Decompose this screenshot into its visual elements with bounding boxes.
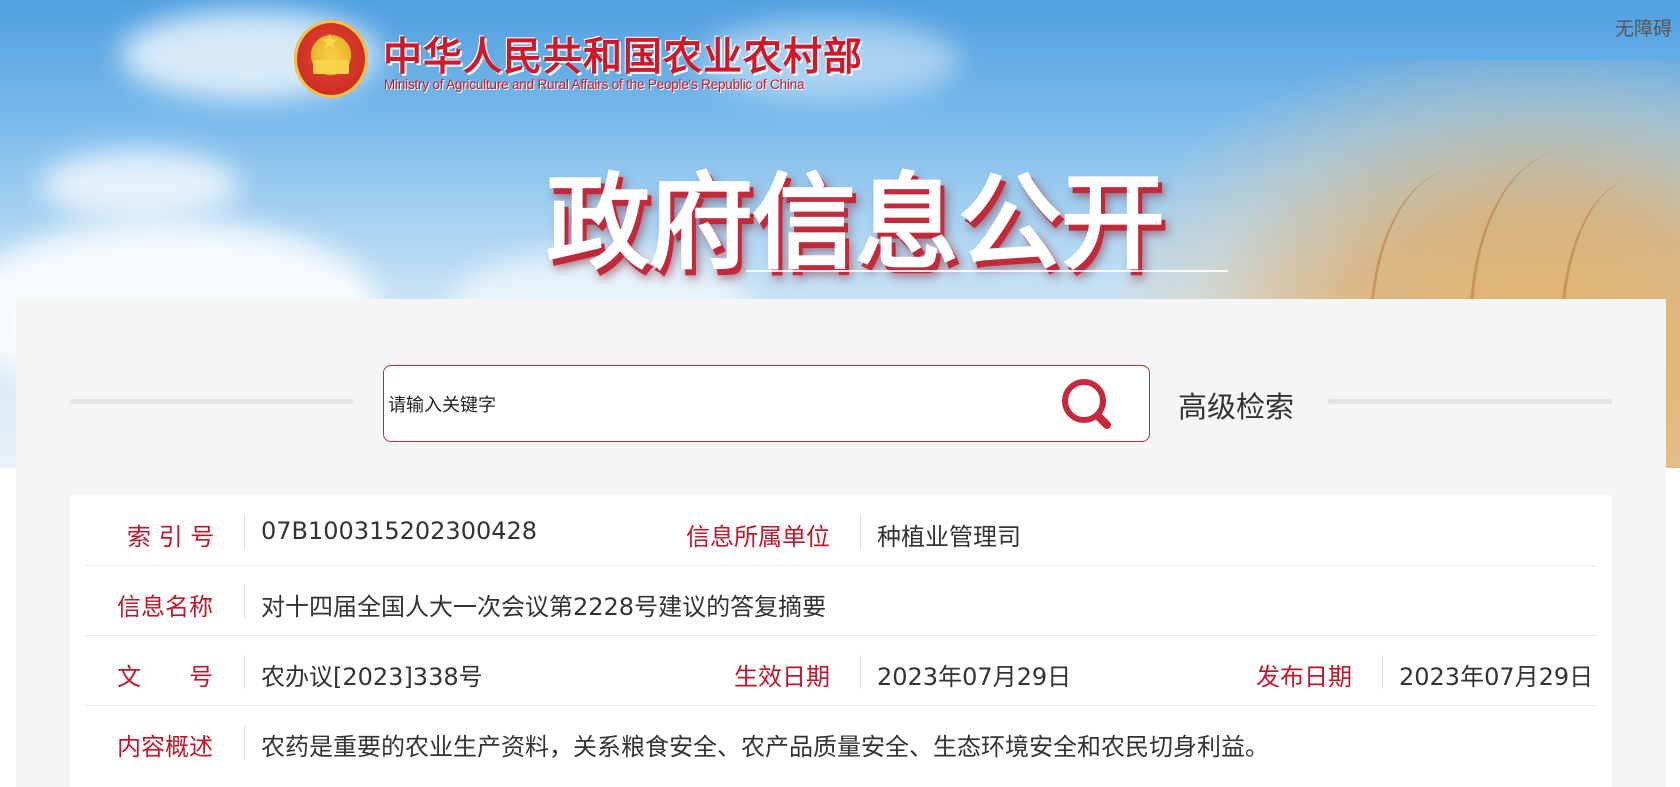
info-row-summary: 内容概述 农药是重要的农业生产资料，关系粮食安全、农产品质量安全、生态环境安全和…: [85, 705, 1597, 775]
row-divider: [244, 725, 245, 759]
row-divider: [244, 515, 245, 549]
publish-date-label: 发布日期: [1256, 663, 1352, 691]
row-divider: [1382, 655, 1383, 689]
info-table: 索 引 号 07B100315202300428 信息所属单位 种植业管理司 信…: [70, 495, 1612, 787]
accessibility-link[interactable]: 无障碍: [1615, 14, 1672, 41]
name-label: 信息名称: [117, 593, 213, 621]
search-button[interactable]: [1058, 376, 1118, 432]
index-label: 索 引 号: [127, 523, 215, 551]
doc-no-value: 农办议[2023]338号: [261, 663, 483, 691]
row-divider: [244, 585, 245, 619]
summary-label: 内容概述: [117, 733, 213, 761]
index-value: 07B100315202300428: [261, 517, 538, 545]
search-icon: [1062, 379, 1111, 429]
info-row-index: 索 引 号 07B100315202300428 信息所属单位 种植业管理司: [85, 495, 1597, 566]
banner-title: 政府信息公开: [546, 162, 1165, 284]
banner-title-underline: [746, 270, 1228, 272]
effective-date-label: 生效日期: [734, 663, 830, 691]
ministry-name-en: Ministry of Agriculture and Rural Affair…: [384, 77, 805, 92]
doc-no-label: 文 号: [117, 663, 213, 691]
search-decor-line-right: [1328, 399, 1612, 404]
national-emblem-icon: ★: [294, 20, 368, 98]
advanced-search-link[interactable]: 高级检索: [1178, 384, 1294, 426]
row-divider: [860, 655, 861, 689]
row-divider: [860, 515, 861, 549]
effective-date-value: 2023年07月29日: [877, 663, 1072, 691]
search-decor-line-left: [70, 399, 353, 404]
info-row-doc: 文 号 农办议[2023]338号 生效日期 2023年07月29日 发布日期 …: [85, 635, 1597, 706]
name-value: 对十四届全国人大一次会议第2228号建议的答复摘要: [261, 593, 827, 621]
search-box: [383, 365, 1150, 442]
row-divider: [244, 655, 245, 689]
unit-label: 信息所属单位: [686, 523, 830, 551]
search-input[interactable]: [386, 384, 1030, 426]
unit-value: 种植业管理司: [877, 523, 1021, 551]
ministry-name-cn: 中华人民共和国农业农村部: [383, 34, 864, 80]
info-row-name: 信息名称 对十四届全国人大一次会议第2228号建议的答复摘要: [85, 565, 1597, 636]
summary-value: 农药是重要的农业生产资料，关系粮食安全、农产品质量安全、生态环境安全和农民切身利…: [261, 733, 1269, 761]
publish-date-value: 2023年07月29日: [1399, 663, 1594, 691]
